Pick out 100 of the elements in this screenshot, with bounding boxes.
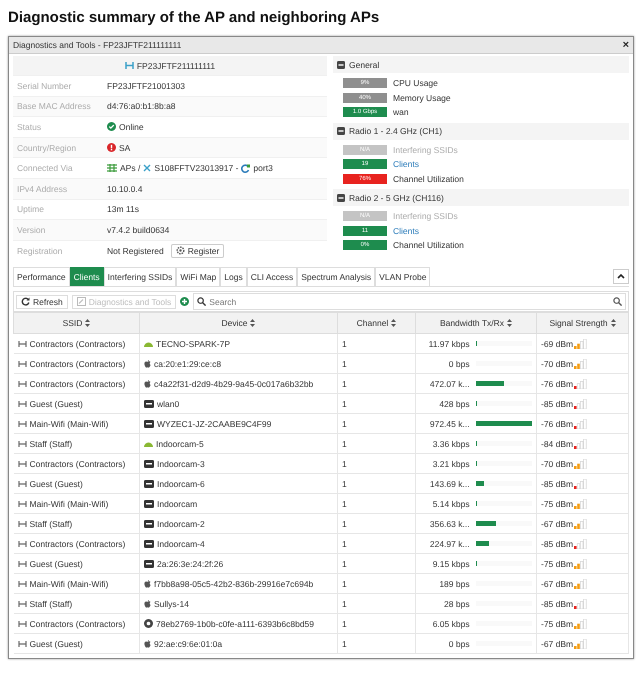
ssid-cell: Guest (Guest)	[14, 394, 140, 414]
clients-link[interactable]: Clients	[393, 226, 419, 236]
device-cell: TECNO-SPARK-7P	[140, 334, 338, 354]
section-header[interactable]: Radio 1 - 2.4 GHz (CH1)	[333, 122, 629, 140]
close-button[interactable]: ×	[622, 40, 629, 50]
bandwidth-value: 3.21 kbps	[432, 458, 470, 469]
device-icon	[144, 460, 154, 468]
signal-value: -76 dBm	[541, 418, 574, 429]
search-box[interactable]: Search	[193, 293, 626, 310]
add-icon[interactable]	[180, 297, 190, 306]
bandwidth-value: 11.97 kbps	[428, 338, 470, 349]
tab[interactable]: CLI Access	[246, 266, 298, 286]
field-value: Online	[119, 122, 144, 132]
page-title: Diagnostic summary of the AP and neighboring APs	[7, 8, 380, 28]
field-value: 10.10.0.4	[107, 184, 142, 194]
link-icon	[18, 500, 26, 507]
window-title: Diagnostics and Tools - FP23JFTF211111111	[13, 40, 182, 50]
link-icon	[18, 400, 26, 407]
field-value: d4:76:a0:b1:8b:a8	[107, 101, 176, 112]
signal-value: -75 dBm	[541, 558, 574, 569]
search-field[interactable]: Search	[209, 296, 610, 307]
device-cell: 78eb2769-1b0b-c0fe-a111-6393b6c8bd59	[140, 614, 338, 634]
clients-link[interactable]: Clients	[393, 159, 419, 170]
link-icon	[18, 600, 26, 607]
channel-cell: 1	[338, 474, 416, 494]
column-header[interactable]: Device	[140, 312, 338, 334]
port-icon	[241, 164, 250, 173]
ssid-cell: Contractors (Contractors)	[14, 334, 140, 354]
device-icon	[144, 480, 154, 488]
refresh-button[interactable]: Refresh	[16, 294, 68, 309]
signal-value: -69 dBm	[541, 338, 574, 349]
ssid-cell: Staff (Staff)	[14, 434, 140, 454]
section-header[interactable]: General	[333, 56, 629, 73]
metric-label: Channel Utilization	[393, 240, 464, 250]
apple-icon	[144, 640, 151, 648]
field-label: Country/Region	[16, 142, 78, 153]
metric-label: Interfering SSIDs	[393, 211, 458, 222]
tab[interactable]: Spectrum Analysis	[297, 266, 376, 286]
ssid-cell: Guest (Guest)	[14, 634, 140, 654]
signal-value: -85 dBm	[541, 598, 574, 609]
column-header[interactable]: Signal Strength	[536, 312, 628, 334]
tab[interactable]: WiFi Map	[176, 266, 220, 286]
section-header[interactable]: Radio 2 - 5 GHz (CH116)	[333, 189, 629, 206]
device-cell: f7bb8a98-05c5-42b2-836b-29916e7c694b	[140, 574, 338, 594]
field-label: Version	[16, 224, 46, 235]
ssid-cell: Contractors (Contractors)	[14, 354, 140, 374]
device-cell: Indoorcam-3	[140, 454, 338, 474]
link-icon	[18, 640, 26, 647]
column-header[interactable]: Bandwidth Tx/Rx	[416, 312, 536, 334]
channel-cell: 1	[338, 634, 416, 654]
apple-icon	[144, 380, 151, 388]
channel-cell: 1	[338, 414, 416, 434]
field-label: Base MAC Address	[16, 101, 92, 112]
column-header[interactable]: Channel	[338, 312, 416, 334]
collapse-button[interactable]	[613, 268, 629, 284]
field-label: Serial Number	[16, 80, 72, 91]
ssid-cell: Guest (Guest)	[14, 554, 140, 574]
signal-value: -85 dBm	[541, 398, 574, 409]
tab[interactable]: Logs	[220, 266, 247, 286]
field-value: SA	[119, 142, 130, 153]
search-icon[interactable]	[613, 297, 622, 306]
bandwidth-value: 28 bps	[443, 598, 470, 609]
tools-icon	[76, 297, 86, 306]
device-cell: ca:20:e1:29:ce:c8	[140, 354, 338, 374]
signal-value: -75 dBm	[541, 498, 574, 509]
field-value: S108FFTV23013917 -	[154, 163, 238, 174]
bandwidth-value: 143.69 k...	[428, 478, 470, 489]
error-icon	[107, 143, 116, 152]
bandwidth-value: 189 bps	[438, 578, 470, 589]
device-cell: Indoorcam	[140, 494, 338, 514]
sort-icon	[507, 319, 512, 328]
metric-label: Channel Utilization	[393, 174, 464, 184]
channel-cell: 1	[338, 354, 416, 374]
channel-cell: 1	[338, 454, 416, 474]
search-icon	[197, 297, 206, 306]
bandwidth-value: 972.45 k...	[428, 418, 470, 429]
ssid-cell: Staff (Staff)	[14, 594, 140, 614]
channel-cell: 1	[338, 434, 416, 454]
register-button[interactable]: Register	[170, 244, 224, 258]
tab[interactable]: Clients	[70, 266, 104, 286]
link-icon	[18, 340, 26, 347]
signal-value: -67 dBm	[541, 638, 574, 649]
refresh-icon	[21, 297, 30, 306]
tab[interactable]: Interfering SSIDs	[104, 266, 176, 286]
tab[interactable]: VLAN Probe	[375, 266, 430, 286]
switch-icon	[143, 164, 152, 172]
link-icon	[18, 560, 26, 567]
ssid-cell: Main-Wifi (Main-Wifi)	[14, 574, 140, 594]
field-value: v7.4.2 build0634	[107, 224, 170, 235]
ssid-cell: Contractors (Contractors)	[14, 374, 140, 394]
section-title: Radio 1 - 2.4 GHz (CH1)	[349, 126, 442, 136]
column-header[interactable]: SSID	[14, 312, 140, 334]
collapse-icon	[337, 127, 345, 135]
apple-icon	[144, 600, 151, 608]
bandwidth-value: 3.36 kbps	[432, 438, 470, 449]
tab[interactable]: Performance	[13, 266, 70, 286]
section-title: General	[349, 60, 380, 70]
channel-cell: 1	[338, 574, 416, 594]
link-icon	[18, 580, 26, 587]
link-icon	[18, 460, 26, 467]
